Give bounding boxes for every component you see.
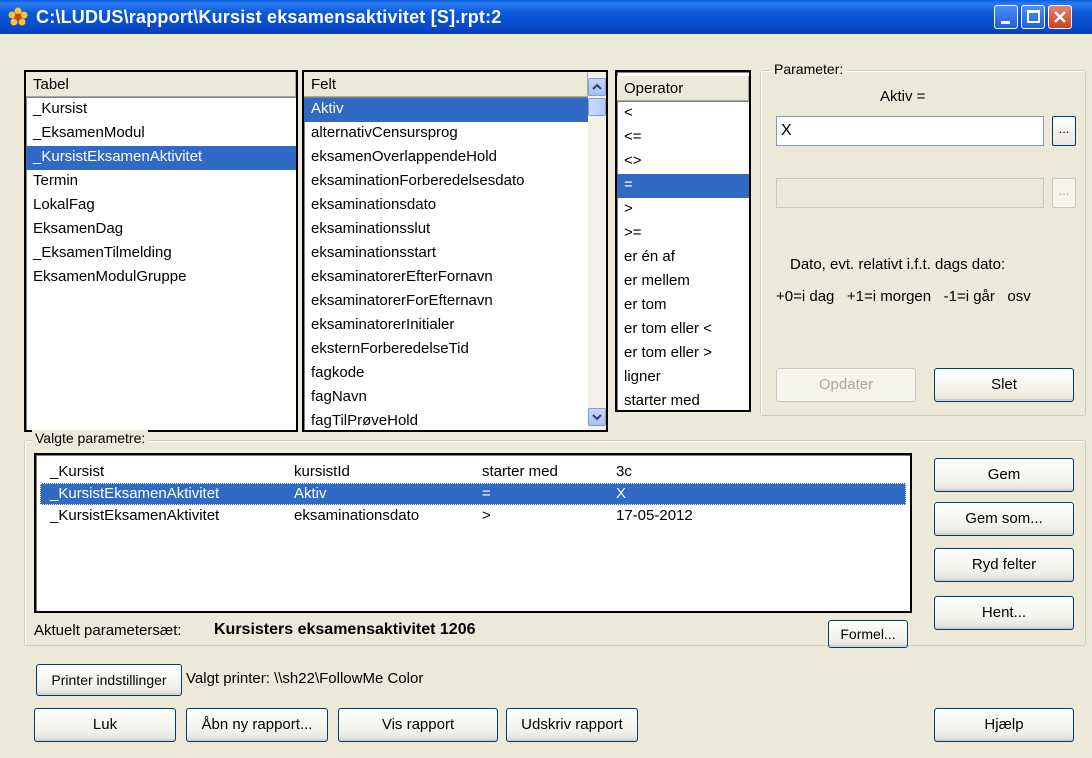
param-table: _Kursist [50, 463, 105, 480]
operator-item[interactable]: er én af [617, 246, 749, 270]
felt-item[interactable]: eksternForberedelseTid [304, 338, 588, 362]
param-field: eksaminationsdato [294, 507, 420, 524]
operator-item[interactable]: < [617, 102, 749, 126]
param-row[interactable]: _KursistEksamenAktivitet Aktiv = X [40, 483, 906, 505]
tabel-item[interactable]: LokalFag [26, 194, 296, 218]
window-title: C:\LUDUS\rapport\Kursist eksamensaktivit… [36, 7, 502, 27]
parameter-browse2-button[interactable]: ... [1052, 178, 1076, 208]
param-field: Aktiv [294, 485, 327, 502]
felt-header[interactable]: Felt [304, 72, 588, 98]
felt-item[interactable]: eksaminatorerForEfternavn [304, 290, 588, 314]
selected-params-group-label: Valgte parametre: [32, 430, 149, 446]
clear-fields-button[interactable]: Ryd felter [934, 548, 1074, 582]
app-flower-icon [8, 7, 28, 26]
tabel-item[interactable]: EksamenDag [26, 218, 296, 242]
param-row[interactable]: _Kursist kursistId starter med 3c [40, 461, 906, 483]
tabel-item[interactable]: Termin [26, 170, 296, 194]
tabel-item[interactable]: _Kursist [26, 98, 296, 122]
date-hint-line2: +0=i dag +1=i morgen -1=i går osv [776, 288, 1031, 305]
chevron-down-icon [592, 414, 602, 421]
felt-scrollbar[interactable] [588, 72, 606, 430]
felt-item[interactable]: alternativCensursprog [304, 122, 588, 146]
tabel-list[interactable]: Tabel _Kursist _EksamenModul _KursistEksam… [24, 70, 298, 432]
scroll-thumb[interactable] [588, 98, 606, 116]
param-op: = [482, 485, 491, 502]
date-hint-line1: Dato, evt. relativt i.f.t. dags dato: [790, 256, 1006, 273]
operator-item[interactable]: er tom eller < [617, 318, 749, 342]
fetch-label: Hent... [981, 604, 1027, 621]
scroll-up-button[interactable] [588, 78, 606, 96]
felt-item[interactable]: eksaminationsdato [304, 194, 588, 218]
felt-item[interactable]: eksaminationForberedelsesdato [304, 170, 588, 194]
operator-item[interactable]: er mellem [617, 270, 749, 294]
tabel-item[interactable]: _KursistEksamenAktivitet [26, 146, 296, 170]
operator-item[interactable]: <= [617, 126, 749, 150]
parameter-value-field[interactable] [776, 116, 1044, 146]
clear-fields-label: Ryd felter [971, 556, 1037, 573]
save-button[interactable]: Gem [934, 458, 1074, 492]
show-report-button[interactable]: Vis rapport [338, 708, 498, 742]
selected-printer-label: Valgt printer: \\sh22\FollowMe Color [186, 670, 424, 687]
felt-item[interactable]: fagkode [304, 362, 588, 386]
param-field: kursistId [294, 463, 350, 480]
formula-button[interactable]: Formel... [828, 620, 908, 648]
operator-header[interactable]: Operator [617, 76, 749, 102]
felt-item[interactable]: eksaminationsstart [304, 242, 588, 266]
param-row[interactable]: _KursistEksamenAktivitet eksaminationsdat… [40, 505, 906, 527]
help-button[interactable]: Hjælp [934, 708, 1074, 742]
tabel-item[interactable]: _EksamenModul [26, 122, 296, 146]
felt-item[interactable]: eksamenOverlappendeHold [304, 146, 588, 170]
felt-item[interactable]: Aktiv [304, 98, 588, 122]
close-button[interactable]: Luk [34, 708, 176, 742]
current-paramset-label: Aktuelt parametersæt: [34, 622, 182, 639]
felt-item[interactable]: fagNavn [304, 386, 588, 410]
param-op: starter med [482, 463, 558, 480]
save-as-button[interactable]: Gem som... [934, 502, 1074, 536]
operator-item[interactable]: er tom eller > [617, 342, 749, 366]
operator-item[interactable]: = [617, 174, 749, 198]
operator-item[interactable]: >= [617, 222, 749, 246]
print-report-button[interactable]: Udskriv rapport [506, 708, 638, 742]
printer-settings-button[interactable]: Printer indstillinger [36, 664, 182, 696]
felt-list[interactable]: Felt Aktiv alternativCensursprog eksamenOv… [302, 70, 608, 432]
felt-item[interactable]: eksaminationsslut [304, 218, 588, 242]
operator-item[interactable]: er tom [617, 294, 749, 318]
parameter-group-label: Parameter: [771, 61, 847, 77]
param-value: 17-05-2012 [616, 507, 693, 524]
title-bar[interactable]: C:\LUDUS\rapport\Kursist eksamensaktivit… [0, 0, 1092, 34]
save-label: Gem [987, 466, 1021, 483]
current-paramset-value: Kursisters eksamensaktivitet 1206 [214, 621, 476, 638]
fetch-button[interactable]: Hent... [934, 596, 1074, 630]
scroll-down-button[interactable] [588, 408, 606, 426]
close-icon [1054, 11, 1066, 23]
param-table: _KursistEksamenAktivitet [50, 507, 220, 524]
save-as-label: Gem som... [965, 510, 1043, 527]
tabel-item[interactable]: EksamenModulGruppe [26, 266, 296, 290]
selected-params-list[interactable]: _Kursist kursistId starter med 3c _KursistEk… [34, 453, 912, 613]
minimize-button[interactable] [994, 5, 1018, 29]
operator-item[interactable]: ligner [617, 366, 749, 390]
param-op: > [482, 507, 491, 524]
parameter-field-caption: Aktiv = [880, 88, 926, 105]
felt-item[interactable]: fagTilPrøveHold [304, 410, 588, 430]
parameter-value2-field[interactable] [776, 178, 1044, 208]
delete-button[interactable]: Slet [934, 368, 1074, 402]
felt-item[interactable]: eksaminatorerInitialer [304, 314, 588, 338]
operator-list[interactable]: Operator < <= <> = > >= er én af er mellem er to… [615, 70, 751, 412]
chevron-up-icon [592, 83, 602, 90]
tabel-header[interactable]: Tabel [26, 72, 296, 98]
maximize-button[interactable] [1021, 5, 1045, 29]
operator-item[interactable]: > [617, 198, 749, 222]
open-new-report-button[interactable]: Åbn ny rapport... [186, 708, 328, 742]
parameter-browse-button[interactable]: ... [1052, 116, 1076, 146]
param-value: 3c [616, 463, 632, 480]
param-table: _KursistEksamenAktivitet [50, 485, 220, 502]
tabel-item[interactable]: _EksamenTilmelding [26, 242, 296, 266]
close-window-button[interactable] [1048, 5, 1072, 29]
felt-item[interactable]: eksaminatorerEfterFornavn [304, 266, 588, 290]
update-button[interactable]: Opdater [776, 368, 916, 402]
operator-item[interactable]: <> [617, 150, 749, 174]
operator-item[interactable]: starter med [617, 390, 749, 410]
param-value: X [616, 485, 627, 502]
